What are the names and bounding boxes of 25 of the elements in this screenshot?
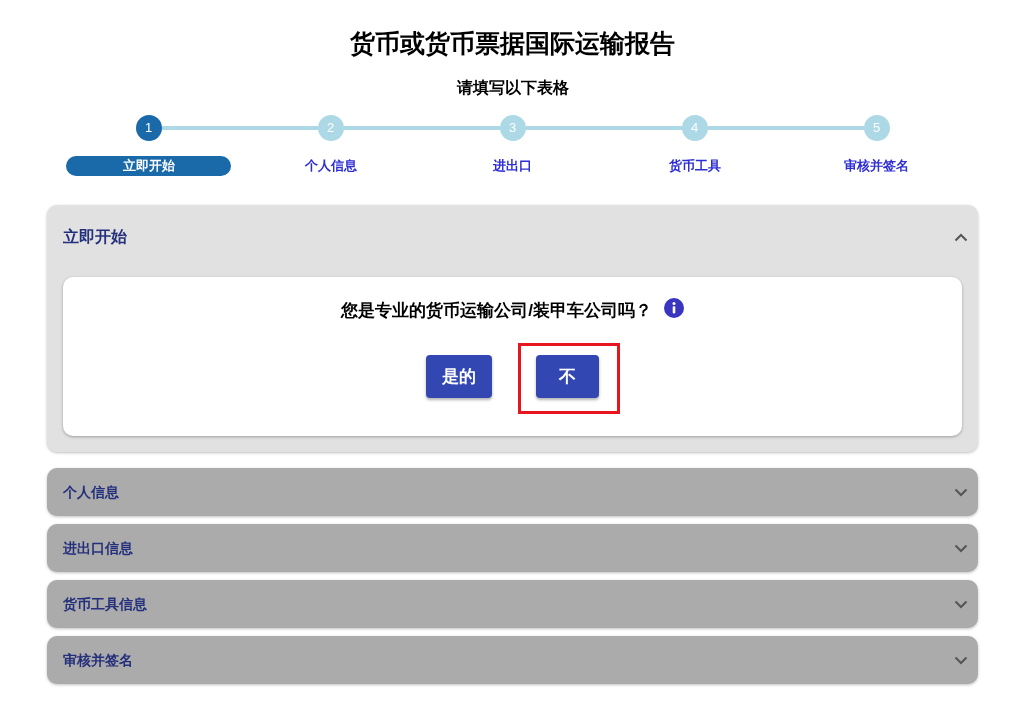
accordion-header[interactable]: 个人信息 [47, 468, 978, 516]
section-title[interactable]: 审核并签名 [63, 649, 133, 671]
section-title[interactable]: 立即开始 [63, 225, 127, 249]
accordion-header[interactable]: 审核并签名 [47, 636, 978, 684]
accordion-header[interactable]: 货币工具信息 [47, 580, 978, 628]
chevron-down-icon [954, 543, 968, 553]
page-subtitle: 请填写以下表格 [456, 78, 569, 98]
step-label[interactable]: 立即开始 [66, 156, 231, 176]
chevron-up-icon [954, 232, 968, 242]
section-title[interactable]: 进出口信息 [63, 537, 133, 559]
step-label[interactable]: 审核并签名 [844, 156, 909, 176]
info-icon[interactable] [663, 298, 684, 318]
question-text: 您是专业的货币运输公司/装甲车公司吗？ [341, 300, 652, 322]
chevron-down-icon [954, 599, 968, 609]
step-label[interactable]: 个人信息 [304, 156, 357, 176]
answer-button[interactable]: 不 [536, 355, 599, 398]
section-title[interactable]: 货币工具信息 [63, 593, 147, 615]
step-label[interactable]: 货币工具 [668, 156, 721, 176]
page-title: 货币或货币票据国际运输报告 [350, 28, 675, 59]
step-label[interactable]: 进出口 [493, 156, 532, 176]
answer-button[interactable]: 是的 [426, 355, 492, 398]
section-title[interactable]: 个人信息 [63, 481, 119, 503]
chevron-down-icon [954, 487, 968, 497]
accordion-header[interactable]: 进出口信息 [47, 524, 978, 572]
chevron-down-icon [954, 655, 968, 665]
